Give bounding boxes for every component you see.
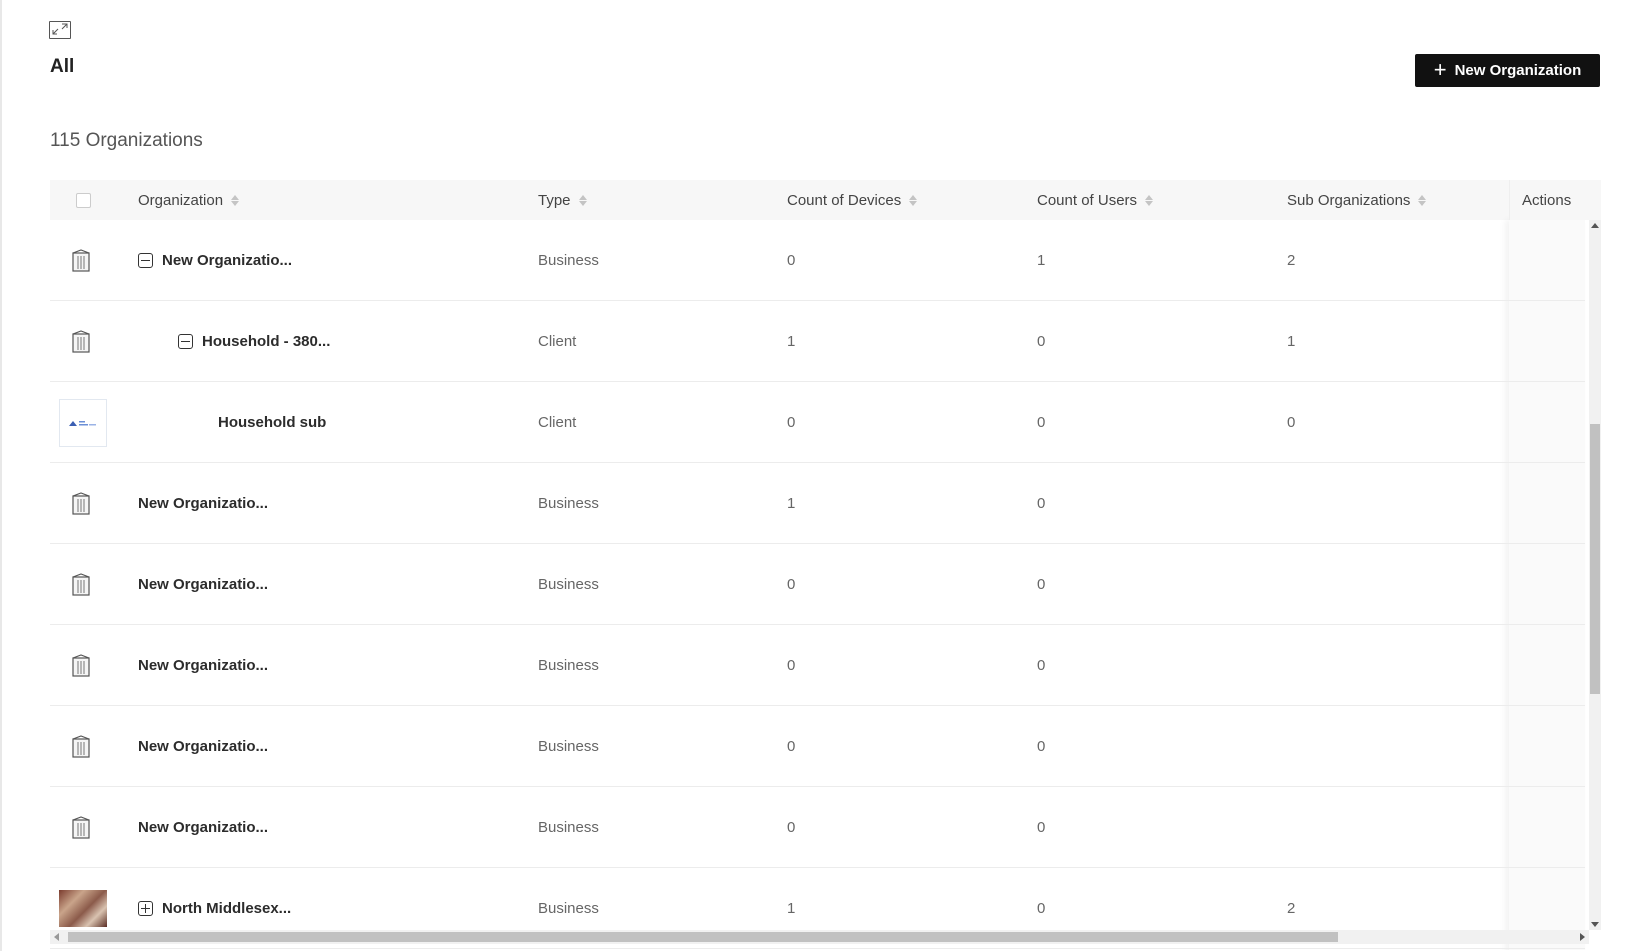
- new-organization-label: New Organization: [1454, 62, 1582, 79]
- table-row[interactable]: Household - 380... Client 1 0 1: [50, 301, 1585, 382]
- users-cell: 0: [1037, 657, 1046, 674]
- devices-cell: 0: [787, 738, 796, 755]
- organization-name[interactable]: New Organizatio...: [162, 252, 292, 269]
- type-cell: Business: [538, 657, 599, 674]
- building-icon: [70, 463, 92, 544]
- organization-name[interactable]: New Organizatio...: [138, 819, 268, 836]
- devices-cell: 0: [787, 252, 796, 269]
- column-devices[interactable]: Count of Devices: [787, 180, 918, 220]
- scroll-left-icon[interactable]: [54, 933, 59, 941]
- building-icon: [70, 544, 92, 625]
- sub-organizations-cell: 0: [1287, 414, 1296, 431]
- users-cell: 0: [1037, 414, 1046, 431]
- organization-name-cell[interactable]: New Organizatio...: [138, 463, 268, 544]
- select-all-checkbox[interactable]: [76, 192, 91, 208]
- organization-name-cell[interactable]: New Organizatio...: [138, 220, 292, 301]
- building-icon: [70, 787, 92, 868]
- building-icon: [70, 706, 92, 787]
- expand-row-icon[interactable]: [138, 901, 153, 916]
- organization-count: 115 Organizations: [50, 130, 203, 151]
- building-icon: [70, 301, 92, 382]
- organization-name-cell[interactable]: New Organizatio...: [138, 625, 268, 706]
- organization-name-cell[interactable]: Household - 380...: [178, 301, 330, 382]
- organization-name[interactable]: Household sub: [218, 414, 326, 431]
- users-cell: 0: [1037, 738, 1046, 755]
- column-users[interactable]: Count of Users: [1037, 180, 1154, 220]
- vertical-scroll-thumb[interactable]: [1590, 424, 1600, 694]
- column-actions-label: Actions: [1522, 191, 1572, 209]
- scroll-down-icon[interactable]: [1591, 922, 1599, 927]
- organization-name-cell[interactable]: Household sub: [218, 382, 326, 463]
- scroll-right-icon[interactable]: [1580, 933, 1585, 941]
- horizontal-scroll-thumb[interactable]: [68, 932, 1338, 942]
- type-cell: Business: [538, 819, 599, 836]
- devices-cell: 0: [787, 657, 796, 674]
- view-title: All: [50, 56, 75, 77]
- collapse-icon[interactable]: [178, 334, 193, 349]
- column-type-label: Type: [538, 191, 571, 209]
- table-row[interactable]: New Organizatio... Business 0 0: [50, 706, 1585, 787]
- column-actions: Actions: [1509, 180, 1585, 220]
- sort-icon[interactable]: [909, 194, 918, 206]
- table-row[interactable]: New Organizatio... Business 0 0: [50, 544, 1585, 625]
- type-cell: Client: [538, 414, 577, 431]
- column-organization-label: Organization: [138, 191, 224, 209]
- devices-cell: 1: [787, 495, 796, 512]
- organization-name[interactable]: North Middlesex...: [162, 900, 291, 917]
- table-row[interactable]: New Organizatio... Business 0 0: [50, 625, 1585, 706]
- devices-cell: 1: [787, 333, 796, 350]
- devices-cell: 0: [787, 819, 796, 836]
- sub-organizations-cell: 1: [1287, 333, 1296, 350]
- type-cell: Business: [538, 252, 599, 269]
- table-row[interactable]: Household sub Client 0 0 0: [50, 382, 1585, 463]
- building-icon: [70, 625, 92, 706]
- column-organization[interactable]: Organization: [138, 180, 240, 220]
- type-cell: Client: [538, 333, 577, 350]
- sort-icon[interactable]: [1418, 194, 1427, 206]
- organization-name[interactable]: Household - 380...: [202, 333, 330, 350]
- collapse-icon[interactable]: [138, 253, 153, 268]
- users-cell: 0: [1037, 819, 1046, 836]
- building-icon: [70, 220, 92, 301]
- plus-icon: +: [1433, 56, 1447, 82]
- table-header: Organization Type Count of Devices Count…: [50, 180, 1601, 220]
- table-row[interactable]: New Organizatio... Business 0 1 2: [50, 220, 1585, 301]
- organization-name[interactable]: New Organizatio...: [138, 738, 268, 755]
- sort-icon[interactable]: [231, 194, 240, 206]
- users-cell: 0: [1037, 495, 1046, 512]
- organization-name-cell[interactable]: New Organizatio...: [138, 544, 268, 625]
- organization-name[interactable]: New Organizatio...: [138, 576, 268, 593]
- column-type[interactable]: Type: [538, 180, 587, 220]
- select-all-checkbox-cell[interactable]: [76, 180, 91, 220]
- scroll-up-icon[interactable]: [1591, 223, 1599, 228]
- column-sub-organizations-label: Sub Organizations: [1287, 191, 1411, 209]
- table-row[interactable]: New Organizatio... Business 0 0: [50, 787, 1585, 868]
- column-devices-label: Count of Devices: [787, 191, 902, 209]
- sub-organizations-cell: 2: [1287, 252, 1296, 269]
- left-border: [0, 0, 2, 951]
- organizations-table: Organization Type Count of Devices Count…: [50, 180, 1601, 950]
- type-cell: Business: [538, 576, 599, 593]
- table-row[interactable]: New Organizatio... Business 1 0: [50, 463, 1585, 544]
- sort-icon[interactable]: [1145, 194, 1154, 206]
- horizontal-scrollbar[interactable]: [50, 930, 1589, 944]
- type-cell: Business: [538, 738, 599, 755]
- new-organization-button[interactable]: + New Organization: [1415, 54, 1600, 87]
- expand-icon[interactable]: [49, 21, 71, 39]
- devices-cell: 0: [787, 576, 796, 593]
- organization-name[interactable]: New Organizatio...: [138, 495, 268, 512]
- column-sub-organizations[interactable]: Sub Organizations: [1287, 180, 1427, 220]
- users-cell: 0: [1037, 576, 1046, 593]
- type-cell: Business: [538, 495, 599, 512]
- column-users-label: Count of Users: [1037, 191, 1138, 209]
- logo-thumbnail: [59, 382, 107, 463]
- organization-name-cell[interactable]: New Organizatio...: [138, 787, 268, 868]
- vertical-scrollbar[interactable]: [1589, 220, 1601, 930]
- organization-name-cell[interactable]: New Organizatio...: [138, 706, 268, 787]
- organization-name[interactable]: New Organizatio...: [138, 657, 268, 674]
- users-cell: 1: [1037, 252, 1046, 269]
- sort-icon[interactable]: [578, 194, 587, 206]
- devices-cell: 0: [787, 414, 796, 431]
- users-cell: 0: [1037, 333, 1046, 350]
